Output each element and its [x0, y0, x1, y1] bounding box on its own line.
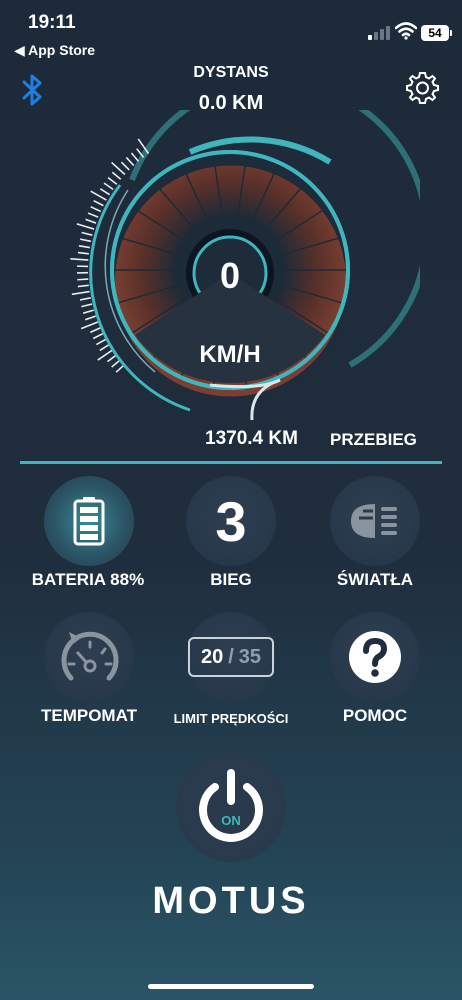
help-label: POMOC: [342, 706, 408, 725]
home-indicator[interactable]: [148, 984, 314, 989]
gauge-tick: [77, 278, 89, 281]
speed-unit: KM/H: [199, 341, 260, 368]
power-button[interactable]: ON: [176, 752, 286, 862]
gauge-tick: [107, 176, 118, 185]
headlight-icon: [351, 504, 397, 538]
gauge-tick: [99, 343, 110, 352]
gauge-tick: [125, 156, 135, 167]
speedometer: 0 KM/H: [70, 110, 420, 421]
gauge-tick: [70, 258, 89, 261]
odometer-label: PRZEBIEG: [330, 430, 417, 449]
gauge-tick: [82, 309, 95, 314]
gauge-tick: [71, 290, 90, 296]
gauge-tick: [89, 327, 101, 334]
gauge-tick: [78, 245, 90, 249]
odometer-value: 1370.4 KM: [205, 428, 298, 449]
help-icon: [349, 631, 401, 683]
gauge-tick: [79, 238, 92, 243]
speed-limit-current: 20: [200, 645, 224, 668]
cruise-control-icon: [61, 631, 119, 681]
gauge-tick: [99, 188, 111, 196]
signal-icon: [368, 26, 390, 40]
gauge-tick: [85, 218, 97, 224]
speed-limit-separator: /: [228, 645, 234, 668]
gauge-tick: [87, 212, 99, 218]
gauge-tick: [90, 190, 107, 201]
power-state: ON: [221, 813, 241, 828]
speed-limit-display: 20 / 35: [188, 637, 274, 677]
speed-limit-button[interactable]: 20 / 35: [186, 612, 276, 702]
cruise-control-button[interactable]: [44, 612, 134, 702]
wifi-icon: [395, 22, 417, 40]
lights-button[interactable]: [330, 476, 420, 566]
gear-button[interactable]: 3: [186, 476, 276, 566]
gauge-tick: [77, 251, 90, 255]
speed-limit-max: 35: [238, 645, 262, 668]
battery-button[interactable]: [44, 476, 134, 566]
gauge-tick: [111, 171, 122, 180]
power-icon: ON: [199, 769, 263, 842]
gauge-tick: [130, 152, 140, 162]
gauge-tick: [111, 359, 121, 368]
help-button[interactable]: [330, 612, 420, 702]
gauge-tick: [92, 332, 104, 340]
gauge-tick: [120, 161, 130, 171]
lights-label: ŚWIATŁA: [336, 570, 414, 589]
gauge-tick: [81, 231, 93, 236]
gauge-tick: [81, 303, 93, 308]
gauge-tick: [80, 321, 99, 330]
gauge-tick: [93, 199, 104, 207]
back-to-app-store[interactable]: ◀ App Store: [14, 42, 95, 59]
gauge-tick: [79, 297, 91, 301]
gauge-tick: [90, 206, 102, 213]
battery-status-icon: 54: [421, 25, 452, 41]
gauge-tick: [77, 284, 89, 288]
divider: [20, 461, 442, 464]
gauge-tick: [107, 354, 117, 363]
status-time: 19:11: [28, 12, 76, 33]
battery-icon: [73, 497, 105, 546]
speed-value: 0: [220, 255, 240, 296]
distance-label: DYSTANS: [193, 64, 269, 81]
gauge-tick: [76, 223, 95, 230]
gear-value: 3: [215, 489, 247, 553]
gauge-tick: [103, 182, 114, 191]
brand-logo: MOTUS: [152, 880, 310, 922]
gauge-tick: [95, 338, 107, 346]
gauge-tick: [85, 315, 96, 321]
